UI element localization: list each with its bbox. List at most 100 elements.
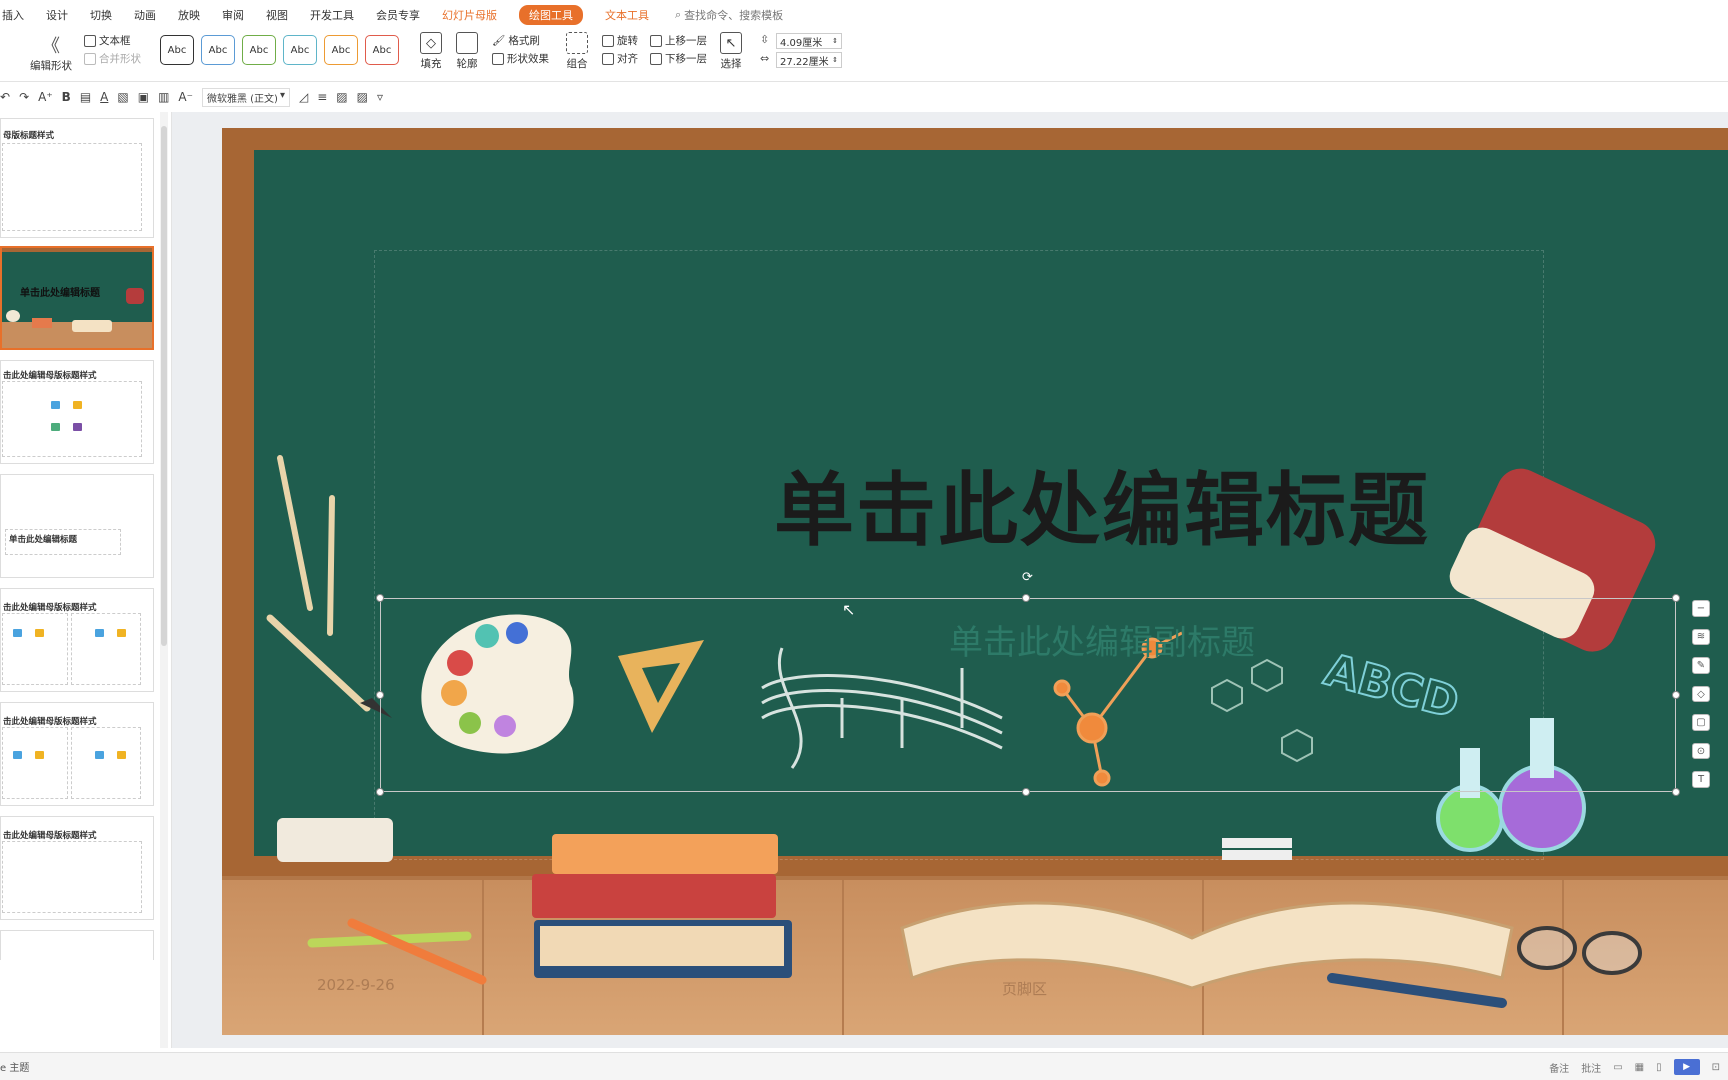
bring-forward-button[interactable]: 上移一层: [650, 33, 707, 48]
rotate-handle-icon[interactable]: ⟳: [1022, 570, 1033, 585]
layers-icon[interactable]: ≋: [1692, 628, 1710, 646]
format-painter-icon: 🖌: [492, 35, 506, 47]
resize-handle-right[interactable]: [1672, 691, 1680, 699]
pin-tool-icon[interactable]: ⊙: [1692, 742, 1710, 760]
font-shrink-icon[interactable]: A⁻: [178, 90, 193, 104]
select-icon: ↖: [720, 32, 742, 54]
merge-shape-button[interactable]: 合并形状: [84, 51, 141, 66]
shape-style-1[interactable]: Abc: [160, 35, 194, 65]
thumbnail-picture-icon: [95, 751, 104, 759]
pen-tool-icon[interactable]: ✎: [1692, 657, 1710, 674]
center-align-icon[interactable]: ≡: [317, 90, 327, 104]
format-toolbar: ↶ ↷ A⁺ B ▤ A ▧ ▣ ▥ A⁻ 微软雅黑 (正文) ▾ ◿ ≡ ▨ …: [0, 84, 1728, 110]
reading-view-icon[interactable]: ▯: [1656, 1062, 1662, 1073]
thumbnail-master[interactable]: 母版标题样式: [0, 118, 154, 238]
slide-title[interactable]: 单击此处编辑标题: [602, 446, 1602, 562]
fit-window-icon[interactable]: ⊡: [1712, 1062, 1720, 1073]
date-placeholder[interactable]: 2022-9-26: [317, 976, 395, 994]
resize-handle-bottom-right[interactable]: [1672, 788, 1680, 796]
command-search[interactable]: ⌕ 查找命令、搜索模板: [675, 7, 783, 23]
shape-effect-button[interactable]: 形状效果: [492, 51, 549, 66]
edit-points-icon[interactable]: ▨: [336, 90, 347, 104]
thumbnail-title-only[interactable]: 击此处编辑母版标题样式: [0, 816, 154, 920]
resize-handle-top-left[interactable]: [376, 594, 384, 602]
thumbnail-title-slide[interactable]: 单击此处编辑标题: [0, 246, 154, 350]
font-grow-icon[interactable]: A⁺: [38, 90, 53, 104]
textbox-button[interactable]: 文本框: [84, 33, 131, 48]
grid-view-icon[interactable]: ▦: [1635, 1062, 1644, 1073]
resize-handle-bottom[interactable]: [1022, 788, 1030, 796]
frame-tool-icon[interactable]: ▢: [1692, 714, 1710, 731]
thumbnail-scrollbar-thumb[interactable]: [161, 126, 167, 646]
thumbnail-title: 击此处编辑母版标题样式: [3, 371, 97, 381]
thumbnail-next[interactable]: [0, 930, 154, 960]
thumbnail-two-content[interactable]: 击此处编辑母版标题样式: [0, 588, 154, 692]
font-select[interactable]: 微软雅黑 (正文) ▾: [201, 87, 290, 107]
redo-icon[interactable]: ↷: [19, 90, 29, 104]
thumbnail-left-placeholder: [2, 613, 68, 685]
resize-handle-bottom-left[interactable]: [376, 788, 384, 796]
menu-transitions[interactable]: 切换: [90, 7, 112, 23]
menu-view[interactable]: 视图: [266, 7, 288, 23]
thumbnail-comparison[interactable]: 击此处编辑母版标题样式: [0, 702, 154, 806]
send-backward-button[interactable]: 下移一层: [650, 51, 707, 66]
fill-button[interactable]: ◇ 填充: [420, 32, 442, 71]
fill-tool-icon[interactable]: ◇: [1692, 685, 1710, 703]
menu-developer[interactable]: 开发工具: [310, 7, 354, 23]
resize-handle-top-right[interactable]: [1672, 594, 1680, 602]
thumbnail-section[interactable]: 单击此处编辑标题: [0, 474, 154, 578]
width-field[interactable]: 27.22厘米 ⇕: [776, 52, 842, 68]
outline-button[interactable]: 轮廓: [456, 32, 478, 71]
shape-style-2[interactable]: Abc: [201, 35, 235, 65]
select-label: 选择: [720, 58, 742, 70]
menu-review[interactable]: 审阅: [222, 7, 244, 23]
tab-slide-master[interactable]: 幻灯片母版: [442, 7, 497, 23]
shape-effect-icon: [492, 52, 504, 65]
align-button[interactable]: 对齐: [602, 51, 638, 66]
normal-view-icon[interactable]: ▭: [1613, 1062, 1622, 1073]
align-label: 对齐: [617, 53, 638, 65]
thumbnail-content[interactable]: 击此处编辑母版标题样式: [0, 360, 154, 464]
image-icon[interactable]: ▨: [357, 90, 368, 104]
menu-member[interactable]: 会员专享: [376, 7, 420, 23]
notes-button[interactable]: 备注: [1549, 1060, 1569, 1075]
rotate-button[interactable]: 旋转: [602, 33, 638, 48]
shape-outline-icon[interactable]: ◿: [299, 90, 308, 104]
lock-icon[interactable]: ▥: [158, 90, 169, 104]
pencil-icon: [307, 918, 487, 985]
thumbnail-chart-icon: [117, 629, 126, 637]
shape-style-3[interactable]: Abc: [242, 35, 276, 65]
slide[interactable]: ABCD 单击此处编辑标题 单击此处编辑副标题 ⟳ ↖ 2022-9-26 页脚…: [222, 128, 1728, 1035]
collapse-icon[interactable]: −: [1692, 600, 1710, 617]
thumbnail-picture-icon: [51, 401, 60, 409]
edit-shape-button[interactable]: 《 编辑形状: [30, 32, 72, 73]
play-button[interactable]: ▶: [1673, 1059, 1700, 1075]
menu-design[interactable]: 设计: [46, 7, 68, 23]
comments-button[interactable]: 批注: [1581, 1060, 1601, 1075]
shape-style-5[interactable]: Abc: [324, 35, 358, 65]
undo-icon[interactable]: ↶: [0, 90, 10, 104]
font-color-icon[interactable]: A: [100, 90, 108, 104]
group-button[interactable]: 组合: [566, 32, 588, 71]
text-box-icon[interactable]: ▤: [80, 90, 91, 104]
select-button[interactable]: ↖ 选择: [720, 32, 742, 71]
more-chevron-icon[interactable]: ▿: [377, 90, 383, 104]
tab-text-tools[interactable]: 文本工具: [605, 7, 649, 23]
bold-icon[interactable]: B: [62, 90, 71, 104]
menu-animations[interactable]: 动画: [134, 7, 156, 23]
menu-slideshow[interactable]: 放映: [178, 7, 200, 23]
resize-handle-left[interactable]: [376, 691, 384, 699]
footer-placeholder[interactable]: 页脚区: [1002, 978, 1047, 999]
text-tool-icon[interactable]: T: [1692, 771, 1710, 789]
shape-style-6[interactable]: Abc: [365, 35, 399, 65]
tab-drawing-tools[interactable]: 绘图工具: [519, 5, 583, 25]
shape-style-4[interactable]: Abc: [283, 35, 317, 65]
subtitle-selection-box[interactable]: [380, 598, 1676, 792]
menu-insert[interactable]: 插入: [2, 7, 24, 23]
resize-handle-top[interactable]: [1022, 594, 1030, 602]
text-frame-icon[interactable]: ▣: [138, 90, 149, 104]
thumbnail-bag: [126, 288, 144, 304]
picture-icon[interactable]: ▧: [117, 90, 128, 104]
height-field[interactable]: 4.09厘米 ⇕: [776, 33, 842, 49]
format-painter-button[interactable]: 🖌 格式刷: [492, 33, 540, 48]
